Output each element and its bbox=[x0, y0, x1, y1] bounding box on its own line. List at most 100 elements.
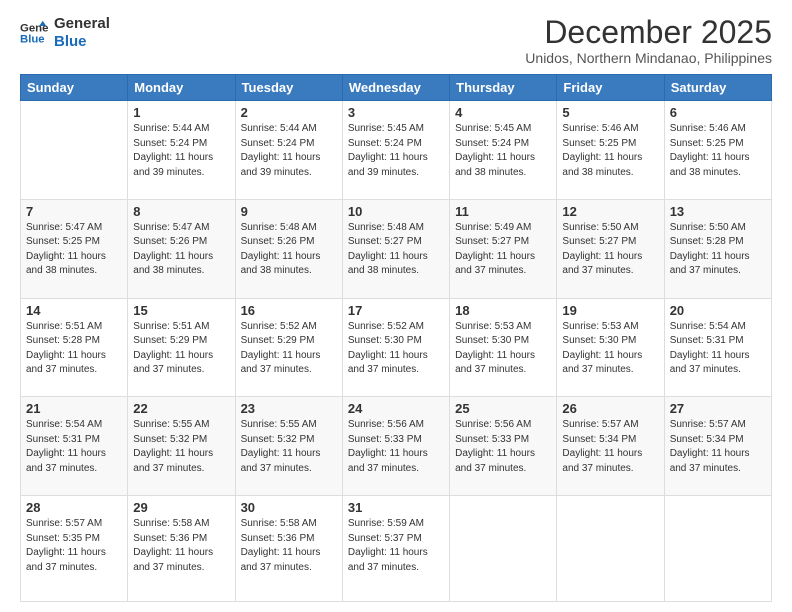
day-info: Sunrise: 5:55 AMSunset: 5:32 PMDaylight:… bbox=[133, 418, 229, 476]
logo-line2: Blue bbox=[54, 33, 110, 51]
day-info: Sunrise: 5:46 AMSunset: 5:25 PMDaylight:… bbox=[562, 122, 658, 180]
table-row: 1 Sunrise: 5:44 AMSunset: 5:24 PMDaylight… bbox=[128, 101, 235, 200]
day-number: 22 bbox=[133, 401, 229, 416]
table-row: 24 Sunrise: 5:56 AMSunset: 5:33 PMDayligh… bbox=[342, 397, 449, 496]
table-row: 20 Sunrise: 5:54 AMSunset: 5:31 PMDayligh… bbox=[664, 298, 771, 397]
col-wednesday: Wednesday bbox=[342, 75, 449, 101]
day-info: Sunrise: 5:54 AMSunset: 5:31 PMDaylight:… bbox=[670, 320, 766, 378]
day-info: Sunrise: 5:57 AMSunset: 5:34 PMDaylight:… bbox=[670, 418, 766, 476]
table-row: 25 Sunrise: 5:56 AMSunset: 5:33 PMDayligh… bbox=[450, 397, 557, 496]
day-info: Sunrise: 5:57 AMSunset: 5:35 PMDaylight:… bbox=[26, 517, 122, 575]
day-number: 13 bbox=[670, 204, 766, 219]
day-number: 24 bbox=[348, 401, 444, 416]
col-friday: Friday bbox=[557, 75, 664, 101]
day-number: 2 bbox=[241, 105, 337, 120]
day-info: Sunrise: 5:56 AMSunset: 5:33 PMDaylight:… bbox=[455, 418, 551, 476]
table-row: 5 Sunrise: 5:46 AMSunset: 5:25 PMDaylight… bbox=[557, 101, 664, 200]
table-row: 11 Sunrise: 5:49 AMSunset: 5:27 PMDayligh… bbox=[450, 199, 557, 298]
day-info: Sunrise: 5:54 AMSunset: 5:31 PMDaylight:… bbox=[26, 418, 122, 476]
day-info: Sunrise: 5:50 AMSunset: 5:28 PMDaylight:… bbox=[670, 221, 766, 279]
day-number: 18 bbox=[455, 303, 551, 318]
day-info: Sunrise: 5:51 AMSunset: 5:29 PMDaylight:… bbox=[133, 320, 229, 378]
page: General Blue General Blue December 2025 … bbox=[0, 0, 792, 612]
day-number: 16 bbox=[241, 303, 337, 318]
day-info: Sunrise: 5:52 AMSunset: 5:30 PMDaylight:… bbox=[348, 320, 444, 378]
logo: General Blue General Blue bbox=[20, 15, 110, 51]
day-number: 7 bbox=[26, 204, 122, 219]
logo-line1: General bbox=[54, 15, 110, 33]
table-row: 23Sunrise: 5:55 AMSunset: 5:32 PMDayligh… bbox=[235, 397, 342, 496]
table-row: 14Sunrise: 5:51 AMSunset: 5:28 PMDayligh… bbox=[21, 298, 128, 397]
day-info: Sunrise: 5:59 AMSunset: 5:37 PMDaylight:… bbox=[348, 517, 444, 575]
table-row: 12 Sunrise: 5:50 AMSunset: 5:27 PMDayligh… bbox=[557, 199, 664, 298]
day-number: 8 bbox=[133, 204, 229, 219]
location-title: Unidos, Northern Mindanao, Philippines bbox=[525, 50, 772, 66]
day-number: 3 bbox=[348, 105, 444, 120]
day-number: 11 bbox=[455, 204, 551, 219]
table-row: 17 Sunrise: 5:52 AMSunset: 5:30 PMDayligh… bbox=[342, 298, 449, 397]
day-info: Sunrise: 5:49 AMSunset: 5:27 PMDaylight:… bbox=[455, 221, 551, 279]
day-info: Sunrise: 5:48 AMSunset: 5:26 PMDaylight:… bbox=[241, 221, 337, 279]
table-row: 2 Sunrise: 5:44 AMSunset: 5:24 PMDaylight… bbox=[235, 101, 342, 200]
day-info: Sunrise: 5:48 AMSunset: 5:27 PMDaylight:… bbox=[348, 221, 444, 279]
table-row: 18 Sunrise: 5:53 AMSunset: 5:30 PMDayligh… bbox=[450, 298, 557, 397]
day-number: 27 bbox=[670, 401, 766, 416]
day-number: 9 bbox=[241, 204, 337, 219]
day-number: 17 bbox=[348, 303, 444, 318]
day-info: Sunrise: 5:45 AMSunset: 5:24 PMDaylight:… bbox=[348, 122, 444, 180]
day-number: 31 bbox=[348, 500, 444, 515]
logo-icon: General Blue bbox=[20, 19, 48, 47]
table-row: 22 Sunrise: 5:55 AMSunset: 5:32 PMDayligh… bbox=[128, 397, 235, 496]
day-info: Sunrise: 5:50 AMSunset: 5:27 PMDaylight:… bbox=[562, 221, 658, 279]
day-number: 5 bbox=[562, 105, 658, 120]
day-number: 4 bbox=[455, 105, 551, 120]
calendar-table: Sunday Monday Tuesday Wednesday Thursday… bbox=[20, 74, 772, 602]
svg-text:Blue: Blue bbox=[20, 34, 45, 46]
col-tuesday: Tuesday bbox=[235, 75, 342, 101]
table-row: 16Sunrise: 5:52 AMSunset: 5:29 PMDayligh… bbox=[235, 298, 342, 397]
table-row: 29Sunrise: 5:58 AMSunset: 5:36 PMDayligh… bbox=[128, 496, 235, 602]
day-info: Sunrise: 5:53 AMSunset: 5:30 PMDaylight:… bbox=[562, 320, 658, 378]
table-row bbox=[21, 101, 128, 200]
day-number: 20 bbox=[670, 303, 766, 318]
day-info: Sunrise: 5:44 AMSunset: 5:24 PMDaylight:… bbox=[133, 122, 229, 180]
day-number: 15 bbox=[133, 303, 229, 318]
day-number: 1 bbox=[133, 105, 229, 120]
table-row: 6 Sunrise: 5:46 AMSunset: 5:25 PMDaylight… bbox=[664, 101, 771, 200]
title-block: December 2025 Unidos, Northern Mindanao,… bbox=[525, 15, 772, 66]
table-row: 26 Sunrise: 5:57 AMSunset: 5:34 PMDayligh… bbox=[557, 397, 664, 496]
day-number: 30 bbox=[241, 500, 337, 515]
table-row: 8Sunrise: 5:47 AMSunset: 5:26 PMDaylight… bbox=[128, 199, 235, 298]
day-number: 26 bbox=[562, 401, 658, 416]
table-row: 15 Sunrise: 5:51 AMSunset: 5:29 PMDayligh… bbox=[128, 298, 235, 397]
table-row bbox=[557, 496, 664, 602]
day-number: 6 bbox=[670, 105, 766, 120]
day-number: 25 bbox=[455, 401, 551, 416]
table-row: 7 Sunrise: 5:47 AMSunset: 5:25 PMDaylight… bbox=[21, 199, 128, 298]
day-info: Sunrise: 5:56 AMSunset: 5:33 PMDaylight:… bbox=[348, 418, 444, 476]
table-row: 30Sunrise: 5:58 AMSunset: 5:36 PMDayligh… bbox=[235, 496, 342, 602]
day-info: Sunrise: 5:47 AMSunset: 5:25 PMDaylight:… bbox=[26, 221, 122, 279]
day-info: Sunrise: 5:58 AMSunset: 5:36 PMDaylight:… bbox=[133, 517, 229, 575]
table-row bbox=[664, 496, 771, 602]
table-row: 13 Sunrise: 5:50 AMSunset: 5:28 PMDayligh… bbox=[664, 199, 771, 298]
col-thursday: Thursday bbox=[450, 75, 557, 101]
day-number: 10 bbox=[348, 204, 444, 219]
day-number: 21 bbox=[26, 401, 122, 416]
month-title: December 2025 bbox=[525, 15, 772, 50]
table-row: 21 Sunrise: 5:54 AMSunset: 5:31 PMDayligh… bbox=[21, 397, 128, 496]
day-info: Sunrise: 5:46 AMSunset: 5:25 PMDaylight:… bbox=[670, 122, 766, 180]
table-row: 9 Sunrise: 5:48 AMSunset: 5:26 PMDaylight… bbox=[235, 199, 342, 298]
table-row: 28Sunrise: 5:57 AMSunset: 5:35 PMDayligh… bbox=[21, 496, 128, 602]
table-row bbox=[450, 496, 557, 602]
day-info: Sunrise: 5:53 AMSunset: 5:30 PMDaylight:… bbox=[455, 320, 551, 378]
day-number: 12 bbox=[562, 204, 658, 219]
table-row: 27 Sunrise: 5:57 AMSunset: 5:34 PMDayligh… bbox=[664, 397, 771, 496]
table-row: 31 Sunrise: 5:59 AMSunset: 5:37 PMDayligh… bbox=[342, 496, 449, 602]
table-row: 19Sunrise: 5:53 AMSunset: 5:30 PMDayligh… bbox=[557, 298, 664, 397]
table-row: 3 Sunrise: 5:45 AMSunset: 5:24 PMDaylight… bbox=[342, 101, 449, 200]
day-info: Sunrise: 5:44 AMSunset: 5:24 PMDaylight:… bbox=[241, 122, 337, 180]
day-info: Sunrise: 5:57 AMSunset: 5:34 PMDaylight:… bbox=[562, 418, 658, 476]
col-sunday: Sunday bbox=[21, 75, 128, 101]
col-saturday: Saturday bbox=[664, 75, 771, 101]
